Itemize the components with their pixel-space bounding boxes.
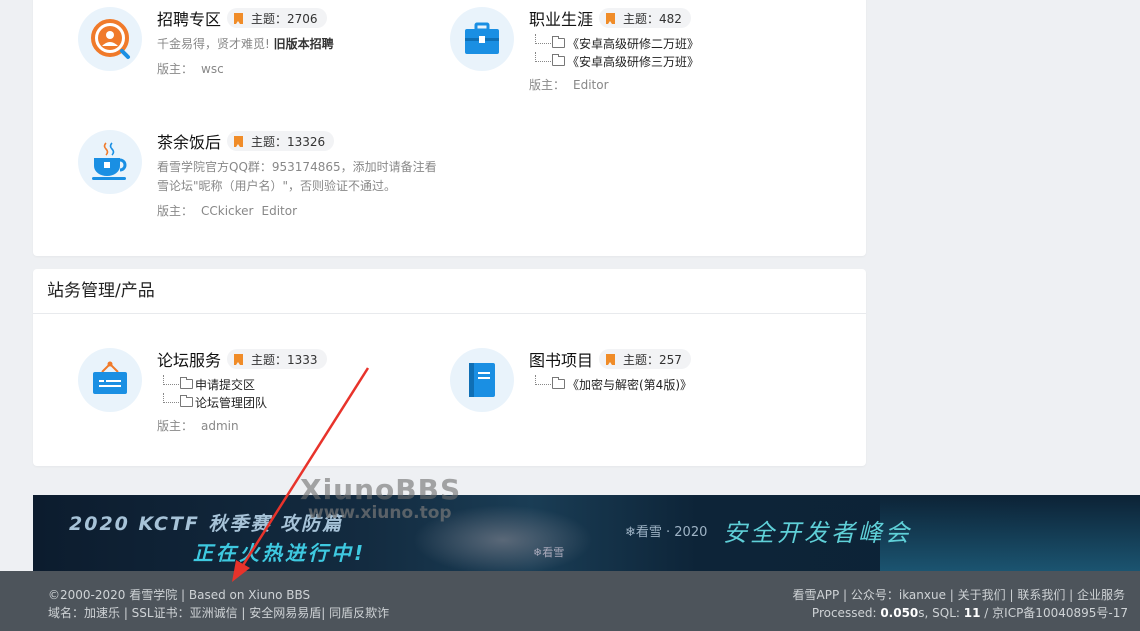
promo-banner[interactable]: 2020 KCTF 秋季赛 攻防篇 正在火热进行中! ❄看雪 ❄看雪 · 202… — [33, 495, 1140, 571]
watermark-url: www.xiuno.top — [308, 503, 452, 523]
moderator-link[interactable]: Editor — [262, 204, 298, 218]
banner-summit-title: 安全开发者峰会 — [723, 519, 912, 547]
banner-subheadline: 正在火热进行中! — [193, 541, 367, 565]
bookmark-icon — [606, 353, 616, 365]
moderator-link[interactable]: CCkicker — [201, 204, 253, 218]
bookmark-icon — [234, 135, 244, 147]
folder-icon — [180, 377, 193, 389]
watermark-title: XiunoBBS — [300, 473, 462, 506]
subforum-list: 《安卓高级研修二万班》 《安卓高级研修三万班》 — [535, 34, 819, 70]
copyright-text: ©2000-2020 看雪学院 | Based on Xiuno BBS — [48, 588, 311, 602]
forum-description: 千金易得，贤才难觅! 旧版本招聘 — [157, 37, 334, 51]
forum-title[interactable]: 招聘专区 — [157, 6, 221, 30]
forum-title[interactable]: 茶余饭后 — [157, 129, 221, 153]
forum-title[interactable]: 论坛服务 — [157, 347, 221, 371]
briefcase-icon[interactable] — [450, 7, 514, 71]
banner-logo: ❄看雪 · 2020 — [625, 525, 708, 540]
subforum-item[interactable]: 论坛管理团队 — [163, 393, 447, 411]
icp-link[interactable]: / 京ICP备10040895号-17 — [980, 606, 1128, 620]
book-icon[interactable] — [450, 348, 514, 412]
coffee-cup-icon[interactable] — [78, 130, 142, 194]
moderators: 版主： Editor — [529, 78, 609, 92]
topic-count-badge: 主题：482 — [599, 8, 691, 28]
bookmark-icon — [234, 12, 244, 24]
moderators: 版主： wsc — [157, 62, 224, 76]
user-search-icon[interactable] — [78, 7, 142, 71]
forum-title[interactable]: 职业生涯 — [529, 6, 593, 30]
processing-stats: Processed: 0.050s, SQL: 11 / 京ICP备100408… — [811, 606, 1128, 620]
subforum-list: 申请提交区 论坛管理团队 — [163, 375, 447, 411]
banner-headline: 2020 KCTF 秋季赛 攻防篇 — [69, 513, 344, 535]
folder-icon — [552, 54, 565, 66]
forum-category-card: 招聘专区 主题：2706 千金易得，贤才难觅! 旧版本招聘 版主： wsc 职业生… — [33, 0, 866, 256]
topic-count-badge: 主题：13326 — [227, 131, 335, 151]
old-recruit-link[interactable]: 旧版本招聘 — [274, 37, 334, 51]
moderators: 版主： admin — [157, 419, 239, 433]
bookmark-icon — [234, 353, 244, 365]
topic-count-badge: 主题：257 — [599, 349, 691, 369]
folder-icon — [552, 377, 565, 389]
site-footer: ©2000-2020 看雪学院 | Based on Xiuno BBS 域名：… — [0, 571, 1140, 631]
subforum-item[interactable]: 《安卓高级研修二万班》 — [535, 34, 819, 52]
subforum-item[interactable]: 《加密与解密(第4版)》 — [535, 375, 819, 393]
forum-category-card: 站务管理/产品 论坛服务 主题：1333 申请提交区 论坛管理团队 版主： adm… — [33, 269, 866, 466]
topic-count-badge: 主题：2706 — [227, 8, 327, 28]
topic-count-badge: 主题：1333 — [227, 349, 327, 369]
footer-links[interactable]: 看雪APP | 公众号：ikanxue | 关于我们 | 联系我们 | 企业服务 — [793, 586, 1126, 603]
bookmark-icon — [606, 12, 616, 24]
moderator-link[interactable]: admin — [201, 419, 239, 433]
domain-services-text[interactable]: 域名：加速乐 | SSL证书：亚洲诚信 | 安全网易易盾| 同盾反欺诈 — [48, 604, 389, 621]
forum-description: 看雪学院官方QQ群：953174865，添加时请备注看 雪论坛"昵称（用户名）"，… — [157, 160, 437, 193]
subforum-item[interactable]: 申请提交区 — [163, 375, 447, 393]
moderator-link[interactable]: Editor — [573, 78, 609, 92]
signboard-icon[interactable] — [78, 348, 142, 412]
folder-icon — [552, 36, 565, 48]
subforum-list: 《加密与解密(第4版)》 — [535, 375, 819, 393]
forum-title[interactable]: 图书项目 — [529, 347, 593, 371]
banner-small-logo: ❄看雪 — [533, 546, 565, 559]
category-title[interactable]: 站务管理/产品 — [33, 269, 866, 314]
subforum-item[interactable]: 《安卓高级研修三万班》 — [535, 52, 819, 70]
folder-icon — [180, 395, 193, 407]
moderator-link[interactable]: wsc — [201, 62, 224, 76]
moderators: 版主： CCkicker Editor — [157, 204, 298, 218]
